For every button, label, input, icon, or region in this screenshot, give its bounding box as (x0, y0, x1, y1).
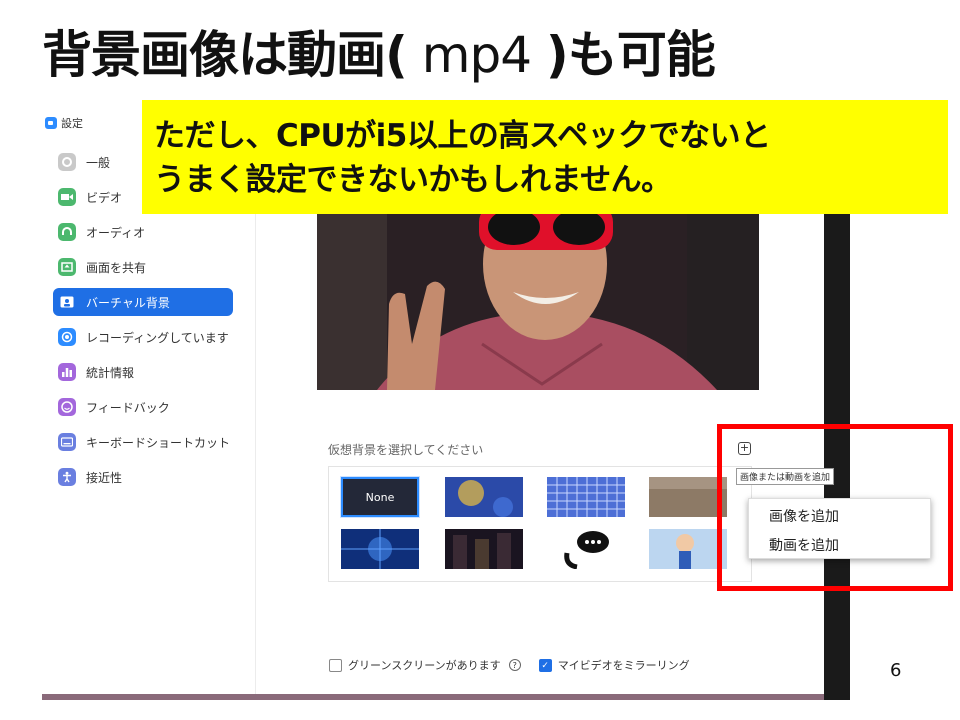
add-menu: 画像を追加 動画を追加 (748, 498, 931, 559)
sidebar-item-audio[interactable]: オーディオ (53, 218, 233, 246)
sidebar-item-label: 一般 (86, 155, 111, 170)
add-background-icon[interactable]: + (738, 442, 751, 455)
sidebar-item-accessibility[interactable]: 接近性 (53, 463, 233, 491)
headphones-icon (58, 223, 76, 241)
sidebar-item-label: キーボードショートカット (86, 435, 231, 450)
bottom-options: グリーンスクリーンがあります ? ✓ マイビデオをミラーリング (329, 657, 690, 673)
title-mp4: mp4 (406, 26, 546, 84)
add-image-menu-item[interactable]: 画像を追加 (769, 506, 839, 526)
sidebar-item-recording[interactable]: レコーディングしています (53, 323, 233, 351)
sidebar-item-label: ビデオ (86, 190, 123, 205)
thumbnail-beach[interactable] (649, 477, 727, 517)
sidebar-item-statistics[interactable]: 統計情報 (53, 358, 233, 386)
mirror-video-label: マイビデオをミラーリング (557, 659, 690, 672)
sidebar-item-share-screen[interactable]: 画面を共有 (53, 253, 233, 281)
banner-line-1: ただし、CPUがi5以上の高スペックでないと (154, 118, 771, 154)
virtual-background-icon (58, 293, 76, 311)
sidebar-item-label: 接近性 (86, 470, 123, 485)
window-title-bar: 設定 (45, 115, 83, 131)
keyboard-icon (58, 433, 76, 451)
settings-sidebar: 一般 ビデオ オーディオ 画面を共有 バーチャル背景 レコーディングしています … (42, 140, 256, 700)
sidebar-item-label: 統計情報 (86, 365, 135, 380)
sidebar-item-virtual-background[interactable]: バーチャル背景 (53, 288, 233, 316)
title-end: )も可能 (545, 26, 716, 84)
add-video-menu-item[interactable]: 動画を追加 (769, 535, 839, 555)
person-preview-image (317, 194, 759, 390)
warning-banner: ただし、CPUがi5以上の高スペックでないと うまく設定できないかもしれません。 (142, 100, 948, 214)
page-number: 6 (890, 660, 902, 681)
sidebar-item-label: オーディオ (86, 225, 146, 240)
green-screen-label: グリーンスクリーンがあります (348, 659, 501, 672)
green-screen-checkbox[interactable] (329, 658, 342, 672)
thumbnail-pattern-grid[interactable] (547, 477, 625, 517)
sidebar-item-keyboard-shortcuts[interactable]: キーボードショートカット (53, 428, 233, 456)
thumbnail-night-city[interactable] (445, 529, 523, 569)
share-screen-icon (58, 258, 76, 276)
camera-preview (317, 194, 759, 390)
help-icon[interactable]: ? (508, 659, 521, 671)
sidebar-item-label: レコーディングしています (86, 330, 229, 345)
thumbnail-bokeh[interactable] (445, 477, 523, 517)
select-background-label: 仮想背景を選択してください (328, 443, 484, 457)
add-tooltip: 画像または動画を追加 (736, 468, 835, 485)
sidebar-item-label: 画面を共有 (86, 260, 147, 275)
stats-icon (58, 363, 76, 381)
record-icon (58, 328, 76, 346)
sidebar-item-label: バーチャル背景 (86, 295, 170, 310)
slide: 背景画像は動画( mp4 )も可能 設定 一般 ビデオ オーディオ 画面を共有 … (0, 0, 960, 720)
slide-title: 背景画像は動画( mp4 )も可能 (42, 26, 716, 84)
thumbnail-none[interactable]: None (340, 476, 420, 518)
thumbnail-character[interactable] (649, 529, 727, 569)
title-main: 背景画像は動画( (42, 26, 408, 84)
sidebar-item-feedback[interactable]: フィードバック (53, 393, 233, 421)
accessibility-icon (58, 468, 76, 486)
feedback-icon (58, 398, 76, 416)
thumbnail-phone-chat[interactable] (547, 529, 625, 569)
mirror-video-checkbox[interactable]: ✓ (538, 658, 552, 672)
gear-icon (58, 153, 76, 171)
zoom-logo-icon (45, 117, 57, 129)
banner-line-2: うまく設定できないかもしれません。 (154, 162, 672, 198)
window-title: 設定 (61, 117, 83, 130)
sidebar-item-label: フィードバック (86, 400, 170, 415)
thumbnail-blue-circuit[interactable] (341, 529, 419, 569)
taskbar-strip (42, 694, 824, 700)
video-icon (58, 188, 76, 206)
background-thumbnail-grid: None (328, 466, 752, 582)
